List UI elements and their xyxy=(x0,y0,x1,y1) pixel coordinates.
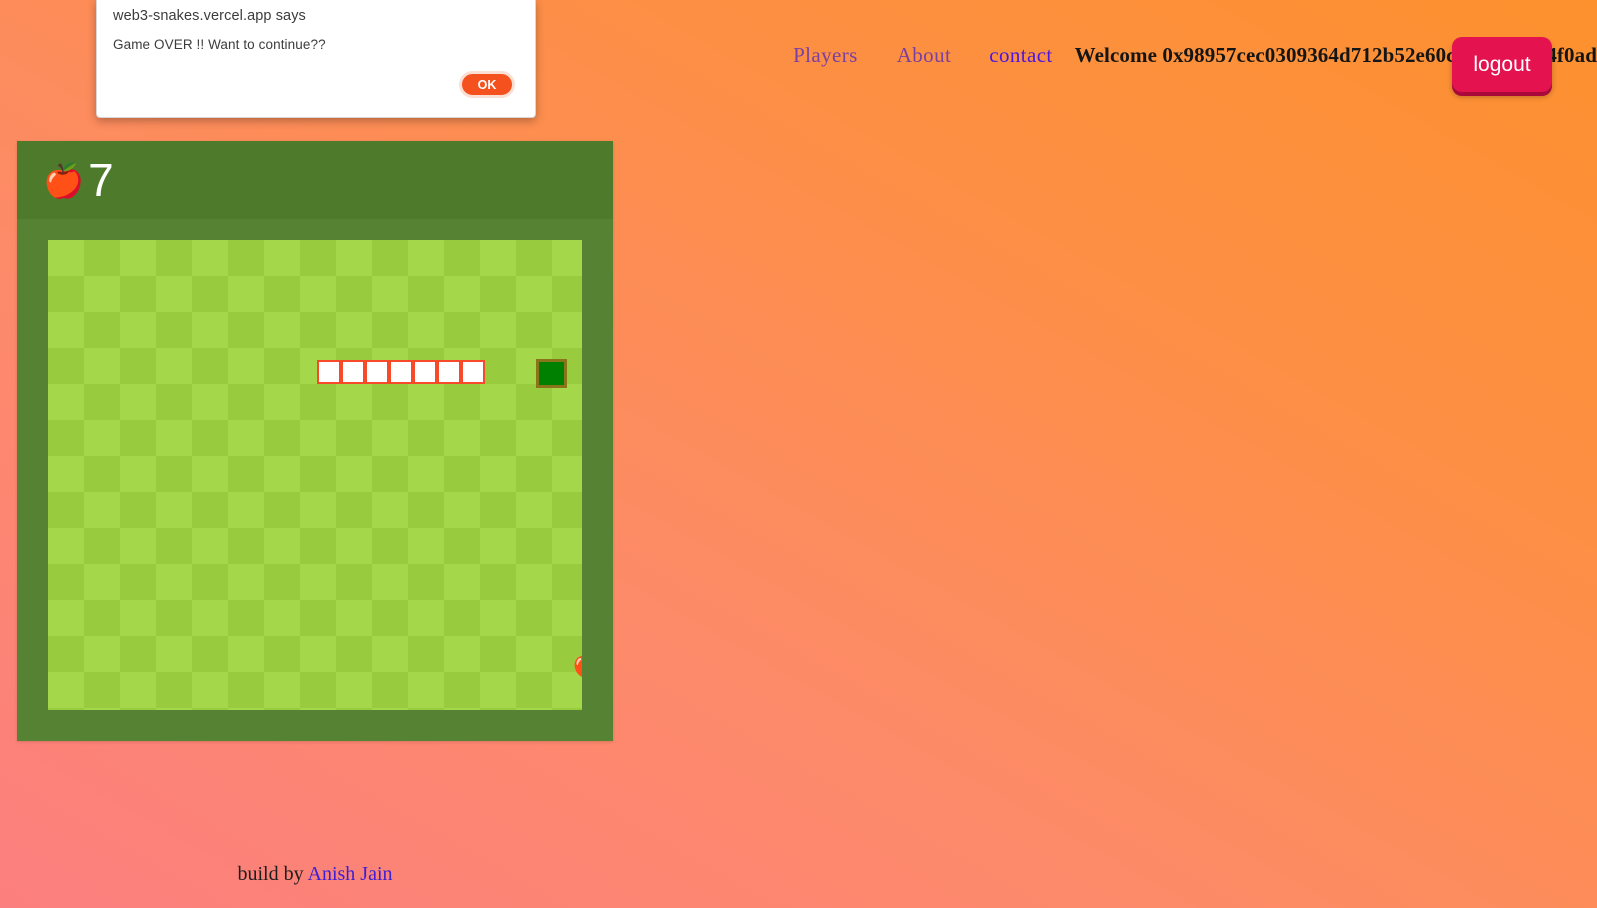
score-bar: 🍎 7 xyxy=(17,141,613,219)
footer-author-link[interactable]: Anish Jain xyxy=(308,863,393,885)
snake-game-container[interactable]: 🍎 7 🍎 xyxy=(17,141,613,741)
nav-link-about[interactable]: About xyxy=(897,43,952,68)
score-value: 7 xyxy=(88,154,114,206)
snake-body-segment xyxy=(437,360,461,384)
snake-head xyxy=(536,359,567,388)
play-field[interactable]: 🍎 xyxy=(48,240,582,710)
nav-link-contact[interactable]: contact xyxy=(989,43,1052,68)
footer: build by Anish Jain xyxy=(0,863,630,886)
snake-body-segment xyxy=(341,360,365,384)
footer-prefix: build by xyxy=(237,863,308,885)
logout-button[interactable]: logout xyxy=(1452,37,1552,92)
nav-link-players[interactable]: Players xyxy=(793,43,858,68)
snake-body-segment xyxy=(461,360,485,384)
food-apple-icon: 🍎 xyxy=(572,653,582,677)
snake-body-segment xyxy=(365,360,389,384)
dialog-ok-button[interactable]: OK xyxy=(459,71,515,98)
snake-body-segment xyxy=(389,360,413,384)
dialog-message-text: Game OVER !! Want to continue?? xyxy=(113,37,326,52)
apple-icon: 🍎 xyxy=(43,161,85,199)
snake-body-segment xyxy=(413,360,437,384)
snake-body-segment xyxy=(317,360,341,384)
dialog-origin-label: web3-snakes.vercel.app says xyxy=(113,8,306,24)
browser-alert-dialog: web3-snakes.vercel.app says Game OVER !!… xyxy=(96,0,536,118)
